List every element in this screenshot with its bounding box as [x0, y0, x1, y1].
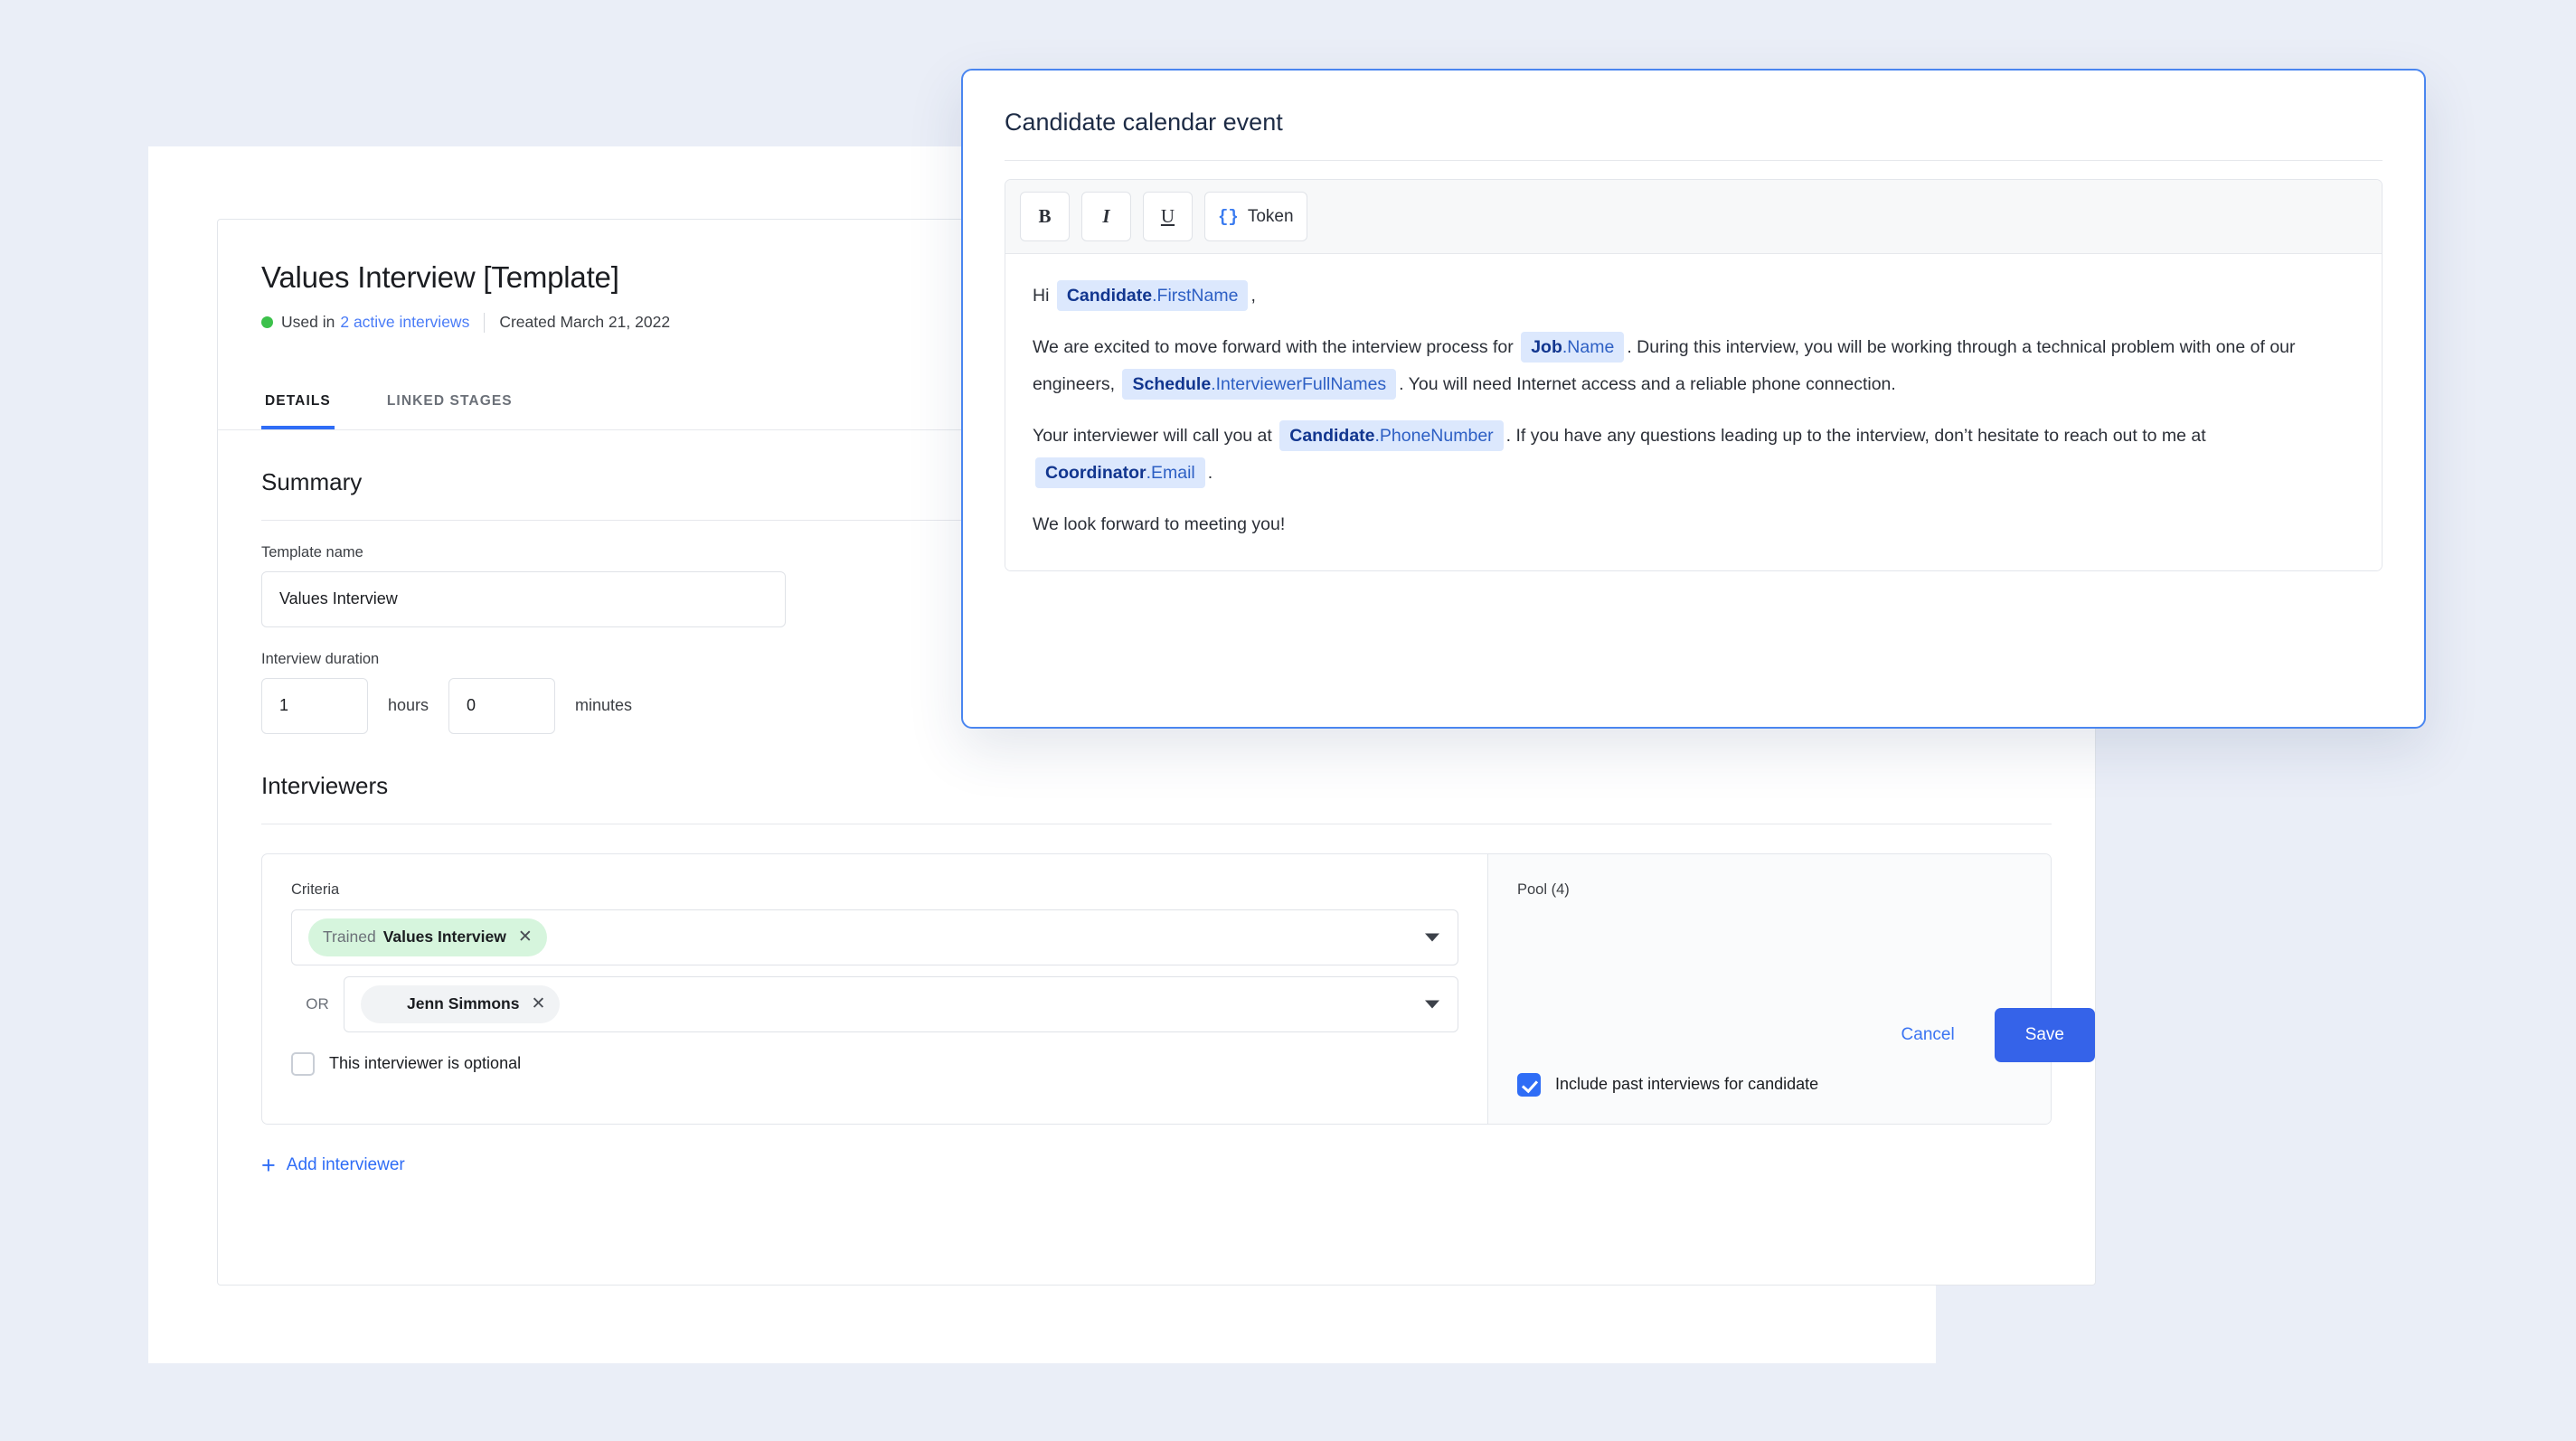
chevron-down-icon[interactable] — [1425, 1000, 1439, 1009]
hours-unit-label: hours — [388, 696, 429, 715]
rich-text-editor: B I U {} Token Hi Candidate.FirstName, We… — [1005, 179, 2383, 571]
cancel-button[interactable]: Cancel — [1885, 1014, 1971, 1056]
tab-details[interactable]: DETAILS — [261, 393, 335, 429]
avatar[interactable] — [1575, 916, 1620, 961]
or-row: OR Jenn Simmons ✕ — [291, 975, 1458, 1032]
email-paragraph: We are excited to move forward with the … — [1033, 329, 2354, 403]
email-paragraph: Hi Candidate.FirstName, — [1033, 278, 2354, 315]
pool-avatar-list — [1517, 916, 2022, 961]
avatar[interactable] — [1633, 916, 1678, 961]
minutes-unit-label: minutes — [575, 696, 633, 715]
merge-token[interactable]: Candidate.PhoneNumber — [1279, 419, 1504, 452]
tab-linked-stages[interactable]: LINKED STAGES — [383, 393, 516, 429]
bold-button[interactable]: B — [1020, 192, 1070, 241]
criteria-label: Criteria — [291, 881, 340, 898]
or-label: OR — [306, 994, 329, 1012]
optional-interviewer-label: This interviewer is optional — [329, 1054, 522, 1073]
email-body-text[interactable]: Hi Candidate.FirstName, We are excited to… — [1005, 254, 2382, 570]
form-actions: Cancel Save — [1885, 1008, 2095, 1062]
save-button[interactable]: Save — [1994, 1008, 2095, 1062]
email-paragraph: We look forward to meeting you! — [1033, 513, 1286, 534]
chevron-down-icon[interactable] — [1425, 933, 1439, 942]
optional-interviewer-checkbox[interactable] — [291, 1051, 315, 1076]
braces-icon: {} — [1218, 206, 1239, 227]
status-dot-icon — [261, 316, 273, 329]
avatar[interactable] — [1691, 916, 1736, 961]
interviewers-heading: Interviewers — [261, 771, 389, 799]
criteria-chip-prefix: Trained — [323, 928, 376, 947]
template-name-input[interactable]: Values Interview — [261, 570, 786, 627]
interviewer-chip-remove-icon[interactable]: ✕ — [531, 995, 545, 1012]
interviewer-select[interactable]: Jenn Simmons ✕ — [344, 975, 1458, 1032]
add-interviewer-label: Add interviewer — [286, 1155, 405, 1175]
optional-interviewer-checkbox-row[interactable]: This interviewer is optional — [291, 1051, 1458, 1076]
include-past-interviews-row[interactable]: Include past interviews for candidate — [1517, 1072, 1819, 1097]
merge-token[interactable]: Schedule.InterviewerFullNames — [1122, 368, 1397, 400]
used-in-label: Used in — [281, 313, 335, 332]
active-interviews-link[interactable]: 2 active interviews — [340, 313, 469, 332]
interviewer-chip: Jenn Simmons ✕ — [361, 984, 561, 1023]
modal-divider — [1005, 160, 2383, 161]
merge-token[interactable]: Candidate.FirstName — [1056, 280, 1249, 312]
avatar — [366, 989, 397, 1020]
plus-icon: + — [261, 1151, 276, 1179]
interviewer-chip-name: Jenn Simmons — [407, 994, 520, 1013]
created-date: Created March 21, 2022 — [499, 313, 671, 332]
avatar[interactable] — [1517, 916, 1562, 961]
merge-token[interactable]: Coordinator.Email — [1035, 457, 1205, 489]
add-interviewer-button[interactable]: + Add interviewer — [261, 1151, 405, 1179]
token-button-label: Token — [1247, 206, 1294, 226]
criteria-chip: Trained Values Interview ✕ — [308, 918, 547, 956]
criteria-select[interactable]: Trained Values Interview ✕ — [291, 909, 1458, 965]
editor-toolbar: B I U {} Token — [1005, 180, 2382, 254]
criteria-column: Criteria Trained Values Interview ✕ OR J… — [262, 853, 1488, 1124]
include-past-interviews-checkbox[interactable] — [1517, 1072, 1541, 1097]
italic-button[interactable]: I — [1081, 192, 1131, 241]
modal-title: Candidate calendar event — [1005, 108, 1283, 136]
pool-label: Pool (4) — [1517, 881, 1570, 898]
meta-divider — [484, 312, 486, 333]
duration-minutes-input[interactable]: 0 — [448, 677, 556, 734]
include-past-interviews-label: Include past interviews for candidate — [1555, 1075, 1819, 1094]
underline-button[interactable]: U — [1143, 192, 1193, 241]
interviewers-panel: Criteria Trained Values Interview ✕ OR J… — [261, 852, 2052, 1125]
insert-token-button[interactable]: {} Token — [1204, 192, 1307, 241]
candidate-calendar-event-modal: Candidate calendar event B I U {} Token … — [961, 69, 2426, 729]
duration-hours-input[interactable]: 1 — [261, 677, 368, 734]
criteria-chip-remove-icon[interactable]: ✕ — [518, 928, 533, 946]
merge-token[interactable]: Job.Name — [1521, 331, 1625, 363]
pool-column: Pool (4) Include past interviews for can… — [1488, 853, 2051, 1124]
email-paragraph: Your interviewer will call you at Candid… — [1033, 418, 2354, 492]
criteria-chip-label: Values Interview — [382, 928, 506, 947]
